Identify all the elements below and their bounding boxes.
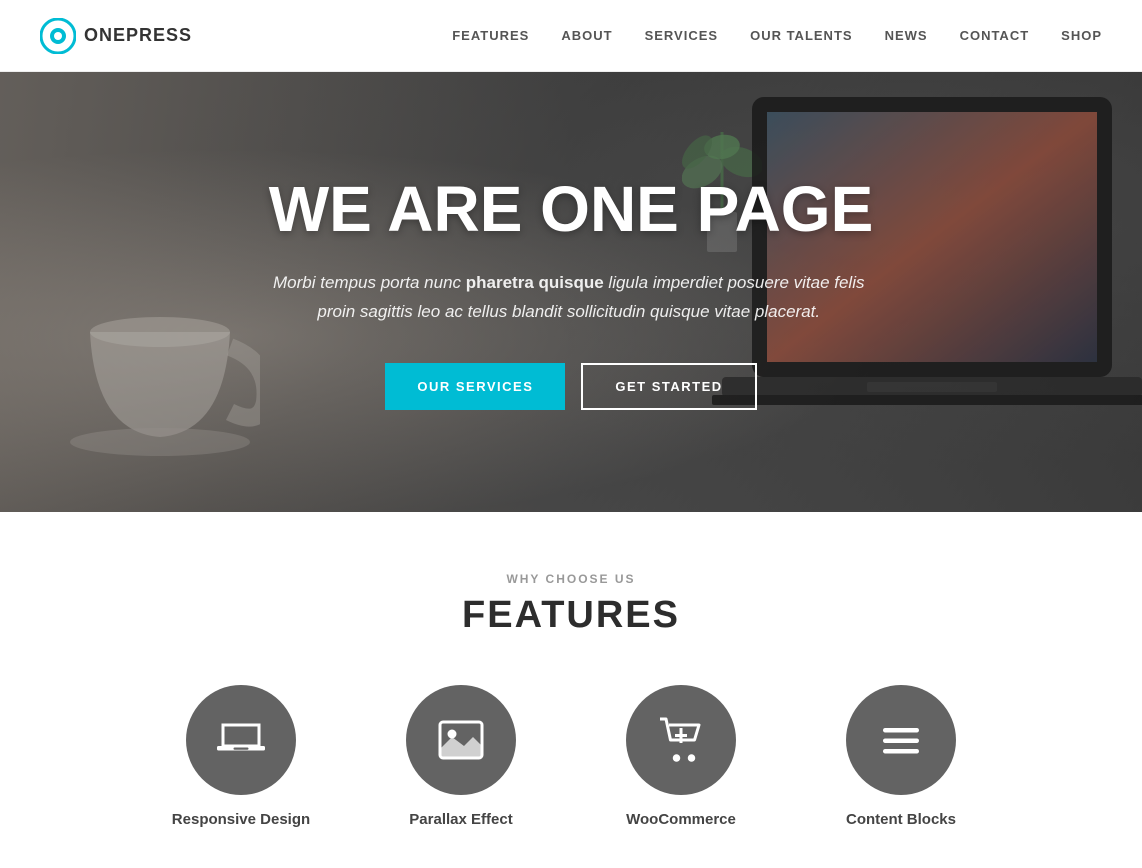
nav-item-about[interactable]: ABOUT [561, 28, 612, 43]
image-icon [437, 716, 485, 764]
hero-content: WE ARE ONE PAGE Morbi tempus porta nunc … [249, 174, 894, 409]
features-subtitle: WHY CHOOSE US [40, 572, 1102, 586]
hero-title: WE ARE ONE PAGE [269, 174, 874, 244]
hero-subtitle-start: Morbi tempus porta nunc [273, 273, 466, 292]
features-grid: Responsive Design Parallax Effect WooCom… [40, 685, 1102, 828]
features-title: FEATURES [40, 594, 1102, 637]
logo-text: ONEPRESS [84, 25, 192, 46]
feature-icon-circle-0 [186, 685, 296, 795]
features-section: WHY CHOOSE US FEATURES Responsive Design… [0, 512, 1142, 868]
hero-subtitle: Morbi tempus porta nunc pharetra quisque… [269, 269, 869, 327]
feature-item-3: Content Blocks [821, 685, 981, 828]
nav-item-features[interactable]: FEATURES [452, 28, 529, 43]
laptop-icon [217, 716, 265, 764]
logo-icon [40, 18, 76, 54]
feature-label-3: Content Blocks [846, 811, 956, 828]
nav-item-shop[interactable]: SHOP [1061, 28, 1102, 43]
hero-cup-illustration [60, 272, 260, 472]
nav-item-contact[interactable]: CONTACT [960, 28, 1030, 43]
hero-subtitle-bold: pharetra quisque [466, 273, 604, 292]
feature-item-2: WooCommerce [601, 685, 761, 828]
main-nav: FEATURES ABOUT SERVICES OUR TALENTS NEWS CONT… [452, 28, 1102, 43]
feature-icon-circle-2 [626, 685, 736, 795]
hero-buttons: OUR SERVICES GET STARTED [269, 363, 874, 410]
nav-item-services[interactable]: SERVICES [645, 28, 719, 43]
cart-icon [657, 716, 705, 764]
logo[interactable]: ONEPRESS [40, 18, 192, 54]
our-services-button[interactable]: OUR SERVICES [385, 363, 565, 410]
nav-item-our-talents[interactable]: OUR TALENTS [750, 28, 852, 43]
get-started-button[interactable]: GET STARTED [581, 363, 756, 410]
feature-icon-circle-3 [846, 685, 956, 795]
feature-label-2: WooCommerce [626, 811, 736, 828]
nav-item-news[interactable]: NEWS [885, 28, 928, 43]
site-header: ONEPRESS FEATURES ABOUT SERVICES OUR TALENT… [0, 0, 1142, 72]
feature-item-1: Parallax Effect [381, 685, 541, 828]
hero-section: WE ARE ONE PAGE Morbi tempus porta nunc … [0, 72, 1142, 512]
feature-icon-circle-1 [406, 685, 516, 795]
feature-label-1: Parallax Effect [409, 811, 512, 828]
menu-icon [877, 716, 925, 764]
feature-item-0: Responsive Design [161, 685, 321, 828]
feature-label-0: Responsive Design [172, 811, 310, 828]
